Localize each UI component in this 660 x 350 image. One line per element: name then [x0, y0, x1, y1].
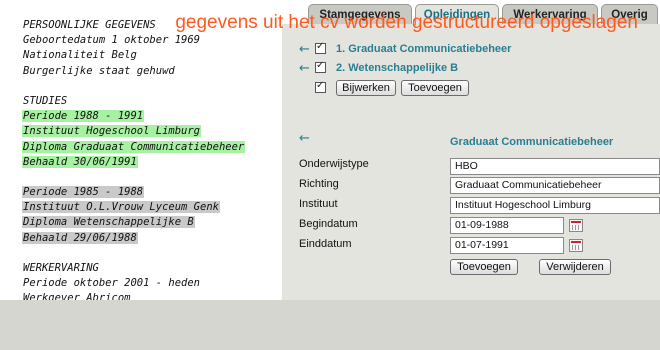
calendar-icon[interactable] [569, 239, 583, 252]
cv-study1-period: Periode 1988 - 1991 [22, 110, 145, 123]
select-all-checkbox[interactable] [315, 80, 326, 93]
cv-study2-date: Behaald 29/06/1988 [22, 231, 138, 244]
back-arrow-icon[interactable]: ← [299, 132, 310, 145]
begindatum-field[interactable]: 01-09-1988 [450, 217, 564, 234]
cv-birth: Geboortedatum 1 oktober 1969 [23, 34, 201, 47]
cv-study2-diploma: Diploma Wetenschappelijke B [22, 216, 195, 229]
cv-nationality: Nationaliteit Belg [23, 49, 137, 62]
cv-study1-institute: Instituut Hogeschool Limburg [22, 125, 202, 138]
cv-heading-work: WERKERVARING [23, 262, 99, 274]
einddatum-field[interactable]: 01-07-1991 [450, 237, 564, 254]
richting-field[interactable]: Graduaat Communicatiebeheer [450, 177, 660, 194]
instituut-label: Instituut [299, 198, 338, 210]
opleiding-1-label[interactable]: 1. Graduaat Communicatiebeheer [336, 43, 511, 55]
caption-text: gegevens uit het cv worden gestructureer… [175, 12, 638, 33]
arrow-left-icon[interactable]: ← [299, 43, 310, 56]
instituut-field[interactable]: Instituut Hogeschool Limburg [450, 197, 660, 214]
cv-study2-period: Periode 1985 - 1988 [22, 186, 145, 199]
richting-label: Richting [299, 178, 339, 190]
detail-title: Graduaat Communicatiebeheer [450, 136, 614, 148]
onderwijstype-label: Onderwijstype [299, 158, 369, 170]
cv-work-period: Periode oktober 2001 - heden [23, 277, 201, 290]
toevoegen-detail-button[interactable]: Toevoegen [450, 259, 518, 275]
cv-study1-date: Behaald 30/06/1991 [22, 155, 138, 168]
opleiding-2-label[interactable]: 2. Wetenschappelijke B [336, 62, 458, 74]
caption-bar [0, 300, 660, 350]
einddatum-label: Einddatum [299, 238, 352, 250]
calendar-icon[interactable] [569, 219, 583, 232]
onderwijstype-field[interactable]: HBO [450, 158, 660, 175]
opleiding-2-checkbox[interactable] [315, 60, 326, 73]
cv-study2-institute: Instituut O.L.Vrouw Lyceum Genk [22, 201, 220, 214]
opleiding-1-checkbox[interactable] [315, 41, 326, 54]
cv-text: PERSOONLIJKE GEGEVENS Geboortedatum 1 ok… [22, 18, 282, 307]
begindatum-label: Begindatum [299, 218, 358, 230]
cv-heading-studies: STUDIES [23, 94, 68, 107]
cv-study1-diploma: Diploma Graduaat Communicatiebeheer [22, 140, 246, 153]
bijwerken-button[interactable]: Bijwerken [336, 80, 396, 96]
toevoegen-list-button[interactable]: Toevoegen [401, 80, 469, 96]
cv-civil-status: Burgerlijke staat gehuwd [23, 64, 175, 77]
arrow-left-icon[interactable]: ← [299, 62, 310, 75]
verwijderen-button[interactable]: Verwijderen [539, 259, 611, 275]
